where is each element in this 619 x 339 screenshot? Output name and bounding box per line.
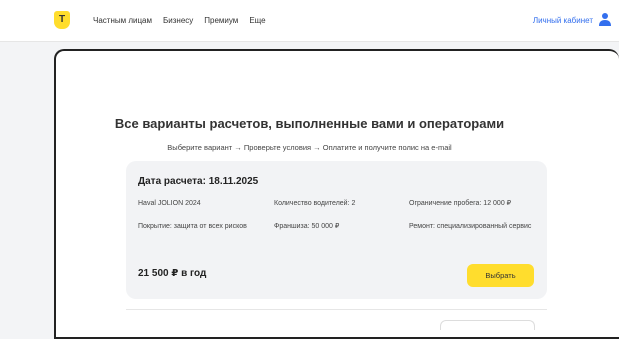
coverage-info: Покрытие: защита от всех рисков [138,223,247,230]
divider [126,309,547,310]
calculation-date: Дата расчета: 18.11.2025 [138,176,259,187]
next-card-button-partial[interactable] [440,320,535,330]
calculation-card: Дата расчета: 18.11.2025 Haval JOLION 20… [126,161,547,299]
bank-logo-icon[interactable]: T [54,11,70,29]
steps-subtitle: Выберите вариант → Проверьте условия → О… [167,143,452,152]
nav-item-individuals[interactable]: Частным лицам [93,16,152,25]
mileage-limit: Ограничение пробега: 12 000 ₽ [409,200,512,207]
repair-info: Ремонт: специализированный сервис [409,223,532,230]
nav-item-premium[interactable]: Премиум [204,16,238,25]
car-model: Haval JOLION 2024 [138,200,201,207]
personal-account-link[interactable]: Личный кабинет [533,16,593,25]
drivers-count: Количество водителей: 2 [274,200,356,207]
policy-price: 21 500 ₽ в год [138,268,207,279]
nav-item-more[interactable]: Еще [249,16,265,25]
main-nav: Частным лицам Бизнесу Премиум Еще [93,16,266,25]
deductible-info: Франшиза: 50 000 ₽ [274,223,340,230]
choose-button[interactable]: Выбрать [467,264,534,287]
page-title: Все варианты расчетов, выполненные вами … [114,116,505,131]
user-icon[interactable] [599,12,611,27]
top-navigation-bar: T Частным лицам Бизнесу Премиум Еще Личн… [0,0,619,42]
nav-item-business[interactable]: Бизнесу [163,16,193,25]
